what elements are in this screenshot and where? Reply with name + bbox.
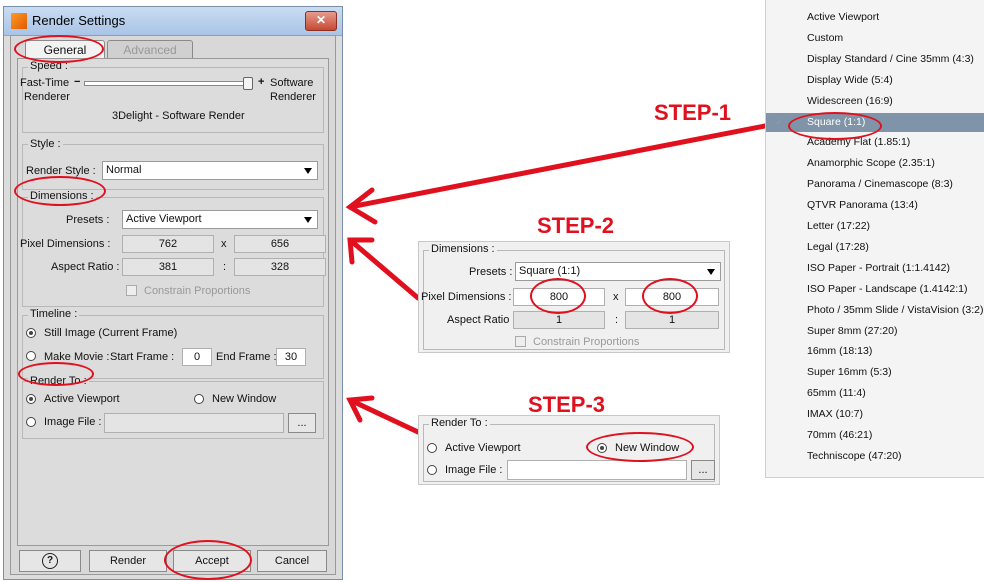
preset-list-item[interactable]: 65mm (11:4)	[766, 384, 984, 403]
presets-dropdown-list: Active Viewport Custom Display Standard / …	[765, 0, 984, 478]
preset-list-item[interactable]: Photo / 35mm Slide / VistaVision (3:2)	[766, 301, 984, 320]
highlight-square-preset	[788, 112, 882, 140]
preset-list-item[interactable]: Letter (17:22)	[766, 217, 984, 236]
step3-image-file-path-field[interactable]	[507, 460, 687, 480]
preset-list-item[interactable]: Anamorphic Scope (2.35:1)	[766, 154, 984, 173]
step3-browse-button[interactable]: ...	[691, 460, 715, 480]
step2-aspect-sep: :	[615, 314, 619, 326]
step2-pixel-label: Pixel Dimensions :	[421, 291, 512, 303]
preset-list-item[interactable]: Legal (17:28)	[766, 238, 984, 257]
step3-active-viewport-label: Active Viewport	[445, 442, 521, 454]
step2-pixel-x: x	[613, 291, 619, 303]
preset-list-item[interactable]: Super 16mm (5:3)	[766, 363, 984, 382]
preset-list-item[interactable]: Super 8mm (27:20)	[766, 322, 984, 341]
step2-group-title: Dimensions :	[429, 243, 497, 255]
preset-list-item[interactable]: Techniscope (47:20)	[766, 447, 984, 466]
highlight-pixel-width	[530, 278, 586, 314]
preset-list-item[interactable]: QTVR Panorama (13:4)	[766, 196, 984, 215]
step3-image-file-radio[interactable]	[427, 465, 437, 475]
step2-presets-label: Presets :	[469, 266, 513, 278]
check-icon: ✓	[775, 116, 784, 128]
preset-list-item[interactable]: Academy Flat (1.85:1)	[766, 133, 984, 152]
step2-constrain-label: Constrain Proportions	[533, 336, 640, 348]
step3-image-file-label: Image File :	[445, 464, 503, 476]
preset-list-item[interactable]: Display Standard / Cine 35mm (4:3)	[766, 50, 984, 69]
preset-list-item[interactable]: IMAX (10:7)	[766, 405, 984, 424]
step2-label: STEP-2	[537, 213, 615, 238]
preset-list-item[interactable]: 70mm (46:21)	[766, 426, 984, 445]
step2-presets-value: Square (1:1)	[519, 265, 581, 277]
step3-active-viewport-radio[interactable]	[427, 443, 437, 453]
step2-constrain-checkbox[interactable]	[515, 336, 526, 347]
arrow-step1	[347, 122, 773, 210]
preset-list-item[interactable]: 16mm (18:13)	[766, 342, 984, 361]
highlight-pixel-height	[642, 278, 698, 314]
preset-list-item[interactable]: ISO Paper - Landscape (1.4142:1)	[766, 280, 984, 299]
preset-list-item[interactable]: Panorama / Cinemascope (8:3)	[766, 175, 984, 194]
chevron-down-icon	[707, 269, 715, 275]
preset-list-item[interactable]: ISO Paper - Portrait (1:1.4142)	[766, 259, 984, 278]
highlight-new-window	[586, 432, 694, 462]
arrow-step2	[347, 237, 421, 301]
preset-list-item[interactable]: Display Wide (5:4)	[766, 71, 984, 90]
step1-label: STEP-1	[654, 100, 732, 125]
preset-list-item[interactable]: Active Viewport	[766, 8, 984, 27]
preset-list-item[interactable]: Custom	[766, 29, 984, 48]
step3-group-title: Render To :	[429, 417, 490, 429]
preset-list-item[interactable]: Widescreen (16:9)	[766, 92, 984, 111]
step2-presets-select[interactable]: Square (1:1)	[515, 262, 721, 281]
step2-aspect-label: Aspect Ratio :	[447, 314, 516, 326]
